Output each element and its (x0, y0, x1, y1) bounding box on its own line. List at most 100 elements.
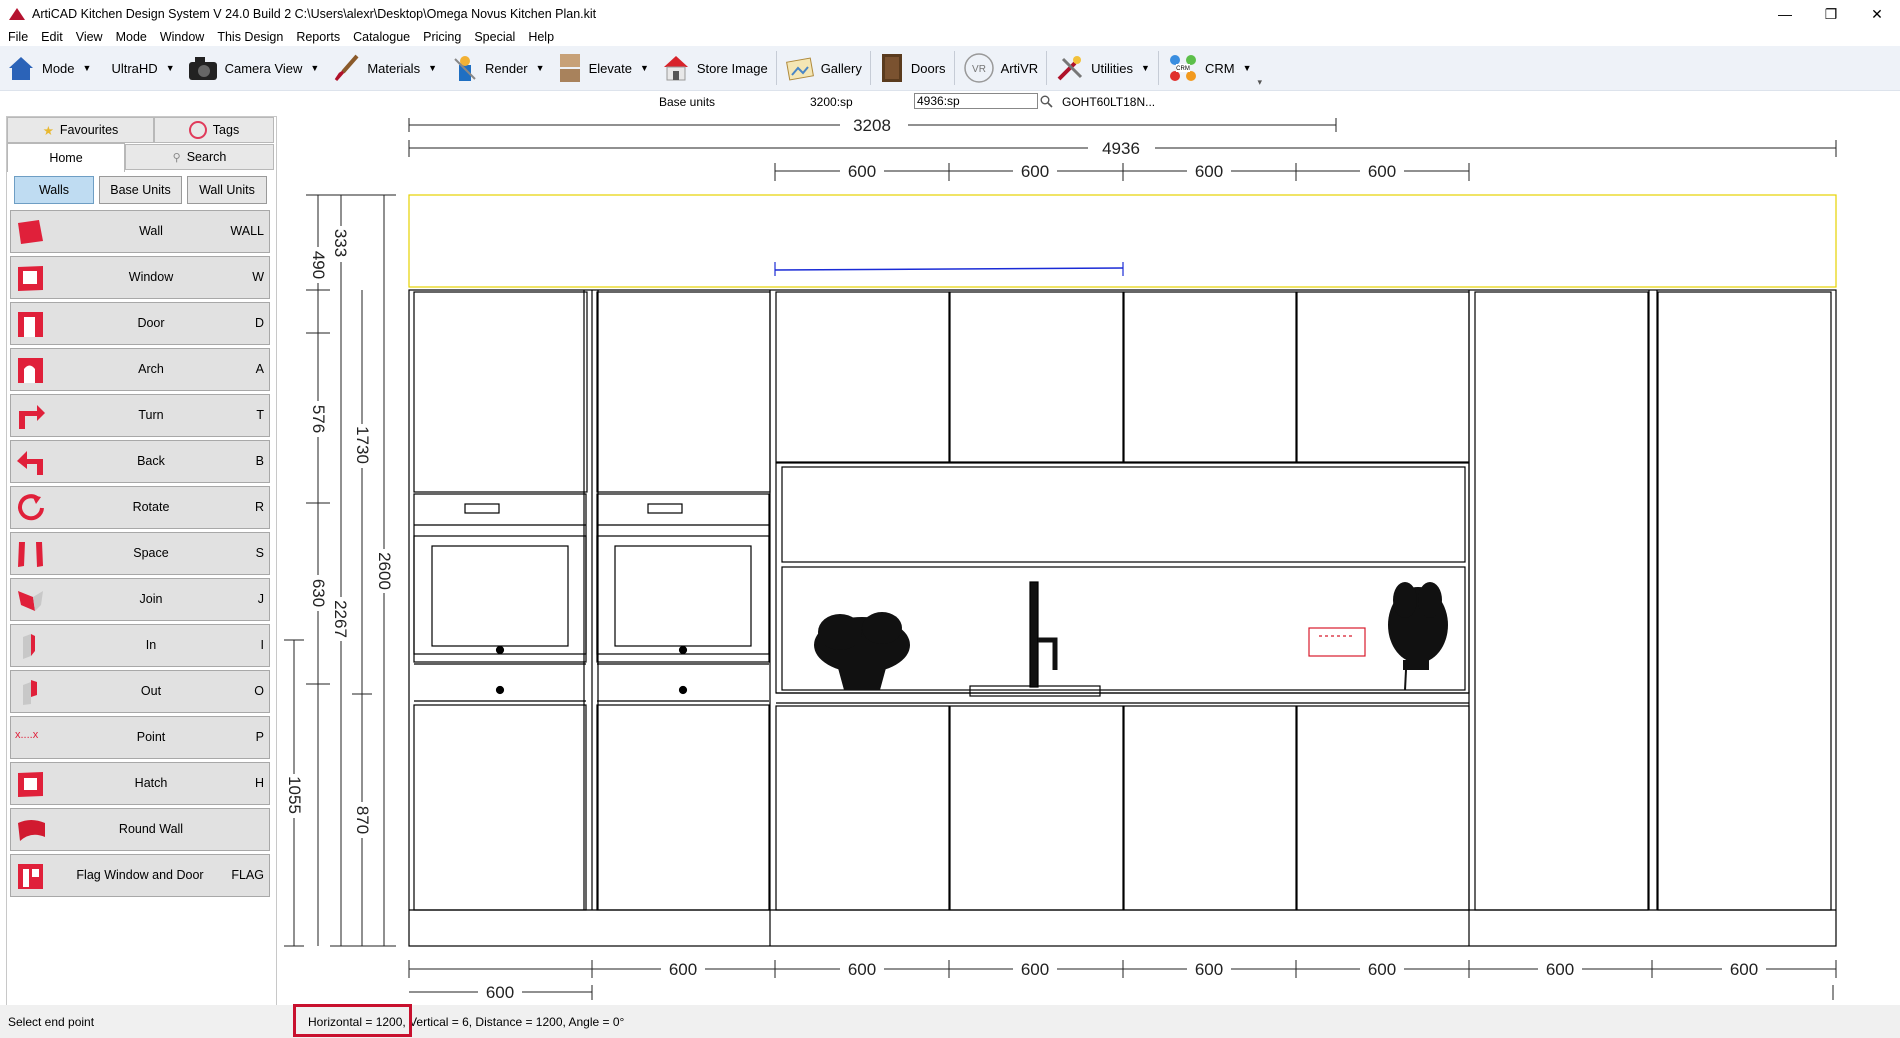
wall-unit-door (775, 291, 950, 463)
plant-left (814, 612, 910, 690)
mode-button[interactable]: Mode ▼ (0, 48, 97, 88)
render-button[interactable]: Render ▼ (443, 48, 551, 88)
menu-window[interactable]: Window (160, 30, 204, 44)
materials-button[interactable]: Materials ▼ (325, 48, 443, 88)
crm-button[interactable]: CRM CRM ▼ (1161, 48, 1258, 88)
tool-label: Space (133, 546, 169, 560)
store-image-button[interactable]: Store Image (655, 48, 774, 88)
tool-turn[interactable]: Turn T (10, 394, 270, 437)
artivr-button[interactable]: VR ArtiVR (957, 48, 1045, 88)
utilities-button[interactable]: Utilities ▼ (1049, 48, 1156, 88)
menu-edit[interactable]: Edit (41, 30, 63, 44)
tab-tags[interactable]: Tags (154, 117, 274, 143)
toolbar-separator (1157, 51, 1159, 85)
menu-special[interactable]: Special (474, 30, 515, 44)
subtab-wall-units[interactable]: Wall Units (187, 176, 267, 204)
tool-label: Flag Window and Door (76, 868, 204, 882)
unit-size-value: 3200:sp (810, 95, 853, 109)
menu-pricing[interactable]: Pricing (423, 30, 461, 44)
dim-bottom-600: 600 (1368, 960, 1396, 979)
tall-unit-bottom-door (596, 704, 770, 911)
tab-search[interactable]: ⚲ Search (125, 144, 274, 170)
tool-flag-window-door[interactable]: Flag Window and Door FLAG (10, 854, 270, 897)
tab-home[interactable]: Home (7, 143, 125, 172)
tool-door[interactable]: Door D (10, 302, 270, 345)
menu-reports[interactable]: Reports (296, 30, 340, 44)
tool-label: Round Wall (118, 822, 184, 836)
menu-help[interactable]: Help (528, 30, 554, 44)
quality-label: UltraHD (111, 60, 158, 76)
menu-view[interactable]: View (76, 30, 103, 44)
subtab-base-units-label: Base Units (110, 183, 171, 197)
dim-1730: 1730 (353, 426, 372, 464)
render-icon (454, 56, 476, 81)
dim-870: 870 (353, 806, 372, 834)
tool-shortcut: A (255, 362, 264, 376)
close-button[interactable]: ✕ (1854, 0, 1900, 28)
crm-label: CRM (1204, 60, 1235, 76)
tool-shortcut: J (257, 592, 264, 606)
subtab-base-units[interactable]: Base Units (99, 176, 182, 204)
quality-dropdown[interactable]: UltraHD ▼ (97, 48, 180, 88)
dim-upper-600: 600 (1195, 162, 1223, 181)
dim-bottom-600: 600 (1195, 960, 1223, 979)
highlight-box (293, 1004, 412, 1037)
window-title: ArtiCAD Kitchen Design System V 24.0 Bui… (32, 7, 597, 21)
tool-shortcut: T (256, 408, 264, 422)
status-bar: Select end point Horizontal = 1200, Vert… (0, 1005, 1900, 1038)
tap (1029, 581, 1058, 688)
menu-this-design[interactable]: This Design (217, 30, 283, 44)
toolbar-overflow-icon[interactable]: ▾ (1257, 77, 1262, 88)
tool-in[interactable]: In I (10, 624, 270, 667)
tool-wall[interactable]: Wall WALL (10, 210, 270, 253)
wall-unit-door (949, 291, 1124, 463)
tool-back[interactable]: Back B (10, 440, 270, 483)
tool-shortcut: O (254, 684, 264, 698)
menu-catalogue[interactable]: Catalogue (353, 30, 410, 44)
oven-right (596, 493, 770, 702)
tool-space[interactable]: Space S (10, 532, 270, 575)
gallery-icon (785, 57, 814, 81)
tool-shortcut: D (254, 316, 264, 330)
tool-hatch[interactable]: Hatch H (10, 762, 270, 805)
camera-icon (188, 57, 217, 80)
search-icon: ⚲ (172, 151, 181, 164)
tool-arch[interactable]: Arch A (10, 348, 270, 391)
paintbrush-icon (335, 54, 359, 81)
menu-mode[interactable]: Mode (116, 30, 147, 44)
tool-rotate[interactable]: Rotate R (10, 486, 270, 529)
unit-size-input[interactable] (914, 93, 1038, 109)
base-unit-door (775, 705, 950, 911)
tool-join[interactable]: Join J (10, 578, 270, 621)
gallery-button[interactable]: Gallery (779, 48, 868, 88)
tool-label: Join (139, 592, 163, 606)
tab-search-label: Search (186, 150, 227, 164)
unit-code: GOHT60LT18N... (1062, 95, 1156, 109)
base-unit-door (949, 705, 1124, 911)
elevate-button[interactable]: Elevate ▼ (551, 48, 655, 88)
minimize-button[interactable]: — (1762, 0, 1808, 28)
wall-unit-door (1296, 291, 1470, 463)
tool-round-wall[interactable]: Round Wall (10, 808, 270, 851)
tall-unit-door (1474, 291, 1649, 911)
tools-icon (1057, 56, 1083, 81)
tab-favourites[interactable]: ★ Favourites (7, 117, 154, 143)
camera-view-button[interactable]: Camera View ▼ (181, 48, 326, 88)
search-icon[interactable] (1040, 95, 1053, 108)
dim-3208: 3208 (853, 116, 891, 135)
tab-home-label: Home (49, 151, 83, 165)
unit-type-label: Base units (659, 95, 716, 109)
doors-button[interactable]: Doors (873, 48, 952, 88)
crm-icon: CRM (1169, 55, 1196, 81)
wall-socket (1308, 627, 1366, 657)
elevation-drawing[interactable]: 3208 4936 600 600 600 600 600 600 600 60… (283, 113, 1900, 1004)
materials-label: Materials (367, 60, 421, 76)
subtab-walls[interactable]: Walls (14, 176, 94, 204)
dim-bottom-600: 600 (669, 960, 697, 979)
menu-file[interactable]: File (8, 30, 28, 44)
restore-button[interactable]: ❐ (1808, 0, 1854, 28)
tool-out[interactable]: Out O (10, 670, 270, 713)
articad-logo-icon (9, 8, 25, 20)
tool-point[interactable]: x....x Point P (10, 716, 270, 759)
tool-window[interactable]: Window W (10, 256, 270, 299)
